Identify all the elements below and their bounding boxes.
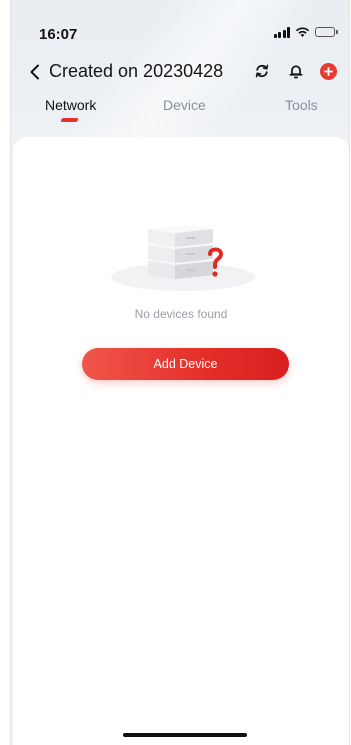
tab-tools[interactable]: Tools xyxy=(285,97,318,113)
phone-screen: 16:07 Created on 20230428 Network Device… xyxy=(10,0,350,745)
bell-icon[interactable] xyxy=(286,61,306,81)
status-icons xyxy=(273,26,338,38)
wifi-icon xyxy=(295,27,310,37)
tab-bar: Network Device Tools xyxy=(11,97,349,127)
active-tab-indicator xyxy=(60,118,79,122)
server-question-icon xyxy=(111,225,255,291)
status-time: 16:07 xyxy=(39,26,78,43)
empty-state-message: No devices found xyxy=(134,307,228,321)
nav-actions xyxy=(252,61,337,81)
chevron-left-icon[interactable] xyxy=(25,62,45,82)
page-title: Created on 20230428 xyxy=(49,61,224,81)
refresh-icon[interactable] xyxy=(252,61,272,81)
tab-network[interactable]: Network xyxy=(45,97,96,113)
tab-device[interactable]: Device xyxy=(163,97,206,113)
battery-icon xyxy=(315,27,338,37)
signal-icon xyxy=(273,26,290,38)
content-panel: No devices found Add Device xyxy=(13,137,349,745)
add-device-button[interactable]: Add Device xyxy=(82,348,289,380)
status-bar: 16:07 xyxy=(11,0,349,50)
home-indicator xyxy=(123,733,247,737)
nav-bar: Created on 20230428 xyxy=(11,56,349,88)
add-circle-icon[interactable] xyxy=(320,62,337,80)
